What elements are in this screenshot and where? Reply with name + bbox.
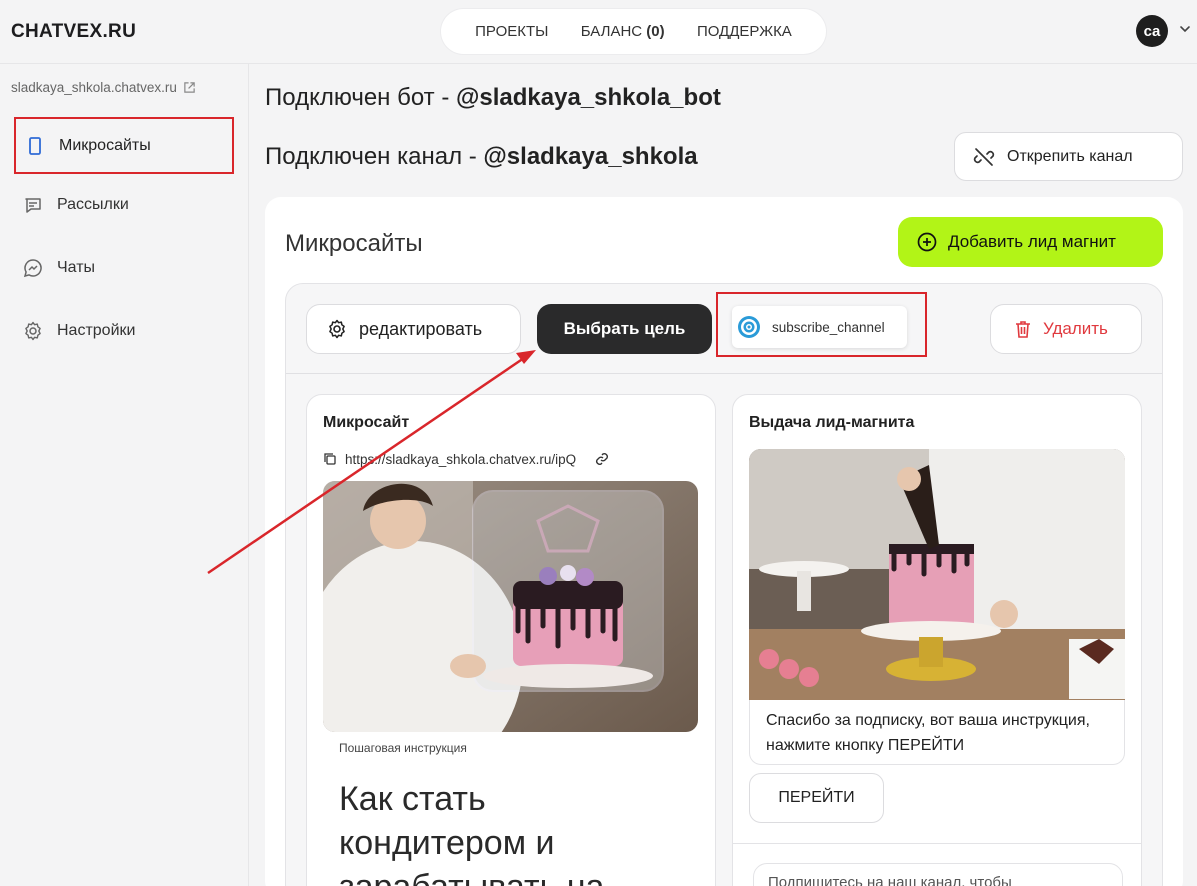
external-link-icon: [184, 82, 195, 93]
edit-label: редактировать: [359, 318, 483, 339]
sidebar-item-microsites[interactable]: Микросайты: [14, 117, 234, 174]
connected-channel: Подключен канал - @sladkaya_shkola: [265, 143, 698, 171]
delete-label: Удалить: [1043, 319, 1108, 338]
unpin-channel-button[interactable]: Открепить канал: [954, 132, 1183, 181]
sidebar-item-chats[interactable]: Чаты: [14, 240, 234, 296]
copy-icon[interactable]: [323, 452, 337, 466]
bot-name: @sladkaya_shkola_bot: [455, 84, 721, 111]
microsite-cover-image: [323, 481, 698, 732]
channel-name: @sladkaya_shkola: [483, 143, 698, 170]
top-nav: ПРОЕКТЫ БАЛАНС (0) ПОДДЕРЖКА: [441, 9, 826, 54]
gear-icon: [329, 319, 345, 339]
project-domain[interactable]: sladkaya_shkola.chatvex.ru: [11, 80, 196, 95]
lead-magnet-title: Выдача лид-магнита: [749, 414, 915, 431]
message-icon: [25, 198, 41, 213]
delete-button[interactable]: Удалить: [990, 304, 1142, 354]
microsites-panel: Микросайты Добавить лид магнит редактиро…: [265, 197, 1183, 886]
subscribe-prompt: Подпишитесь на наш канал, чтобы: [753, 863, 1123, 886]
unpin-channel-label: Открепить канал: [1007, 147, 1133, 165]
divider: [733, 843, 1141, 844]
avatar[interactable]: ca: [1136, 15, 1168, 47]
microsite-card: редактировать Выбрать цель subscribe_cha…: [285, 283, 1163, 886]
sidebar-item-label: Чаты: [57, 259, 96, 276]
link-icon[interactable]: [594, 451, 610, 467]
sidebar-item-label: Рассылки: [57, 196, 129, 213]
microsite-caption: Пошаговая инструкция: [339, 741, 467, 755]
cake-photo-illustration: [323, 481, 698, 732]
top-bar: CHATVEX.RU ПРОЕКТЫ БАЛАНС (0) ПОДДЕРЖКА …: [0, 0, 1197, 64]
nav-projects[interactable]: ПРОЕКТЫ: [475, 23, 548, 40]
goal-value: subscribe_channel: [772, 319, 885, 335]
lead-magnet-preview: Выдача лид-магнита Спасибо за подписку, …: [732, 394, 1142, 886]
app-logo[interactable]: CHATVEX.RU: [11, 21, 136, 43]
add-lead-magnet-label: Добавить лид магнит: [948, 232, 1116, 251]
sidebar-item-settings[interactable]: Настройки: [14, 303, 234, 359]
nav-balance-label: БАЛАНС: [580, 23, 643, 40]
target-icon: [738, 316, 760, 338]
microsite-url[interactable]: https://sladkaya_shkola.chatvex.ru/ipQ: [345, 452, 576, 467]
plus-circle-icon: [917, 232, 937, 252]
chevron-down-icon[interactable]: [1178, 22, 1192, 36]
sidebar-item-label: Настройки: [57, 322, 136, 339]
microsite-preview: Микросайт https://sladkaya_shkola.chatve…: [306, 394, 716, 886]
unlink-icon: [973, 147, 995, 166]
sidebar-item-mailings[interactable]: Рассылки: [14, 177, 234, 233]
connected-bot-prefix: Подключен бот -: [265, 84, 456, 111]
goal-highlight: subscribe_channel: [716, 292, 927, 357]
gear-icon: [25, 321, 41, 341]
lead-magnet-image: [749, 449, 1125, 700]
messenger-icon: [23, 259, 42, 278]
microsite-title: Микросайт: [323, 414, 410, 431]
microsite-url-row: https://sladkaya_shkola.chatvex.ru/ipQ: [323, 451, 610, 467]
nav-balance-value: (0): [646, 23, 665, 40]
nav-balance[interactable]: БАЛАНС (0): [581, 23, 665, 40]
sidebar-item-label: Микросайты: [59, 136, 151, 154]
card-toolbar: редактировать Выбрать цель subscribe_cha…: [286, 284, 1162, 374]
project-domain-text: sladkaya_shkola.chatvex.ru: [11, 80, 177, 95]
goal-chip[interactable]: subscribe_channel: [732, 306, 907, 348]
phone-icon: [29, 136, 41, 155]
connected-bot: Подключен бот - @sladkaya_shkola_bot: [265, 84, 721, 112]
go-button[interactable]: ПЕРЕЙТИ: [749, 773, 884, 823]
nav-support[interactable]: ПОДДЕРЖКА: [697, 23, 792, 40]
add-lead-magnet-button[interactable]: Добавить лид магнит: [898, 217, 1163, 267]
sidebar: sladkaya_shkola.chatvex.ru Микросайты Ра…: [0, 64, 249, 886]
cake-decorating-illustration: [749, 449, 1125, 700]
page-title: Микросайты: [285, 230, 423, 257]
edit-button[interactable]: редактировать: [306, 304, 521, 354]
choose-goal-button[interactable]: Выбрать цель: [537, 304, 712, 354]
lead-magnet-message: Спасибо за подписку, вот ваша инструкция…: [749, 700, 1125, 765]
connected-channel-prefix: Подключен канал -: [265, 143, 484, 170]
microsite-headline: Как стать кондитером и зарабатывать на: [339, 780, 604, 886]
trash-icon: [1016, 321, 1030, 338]
